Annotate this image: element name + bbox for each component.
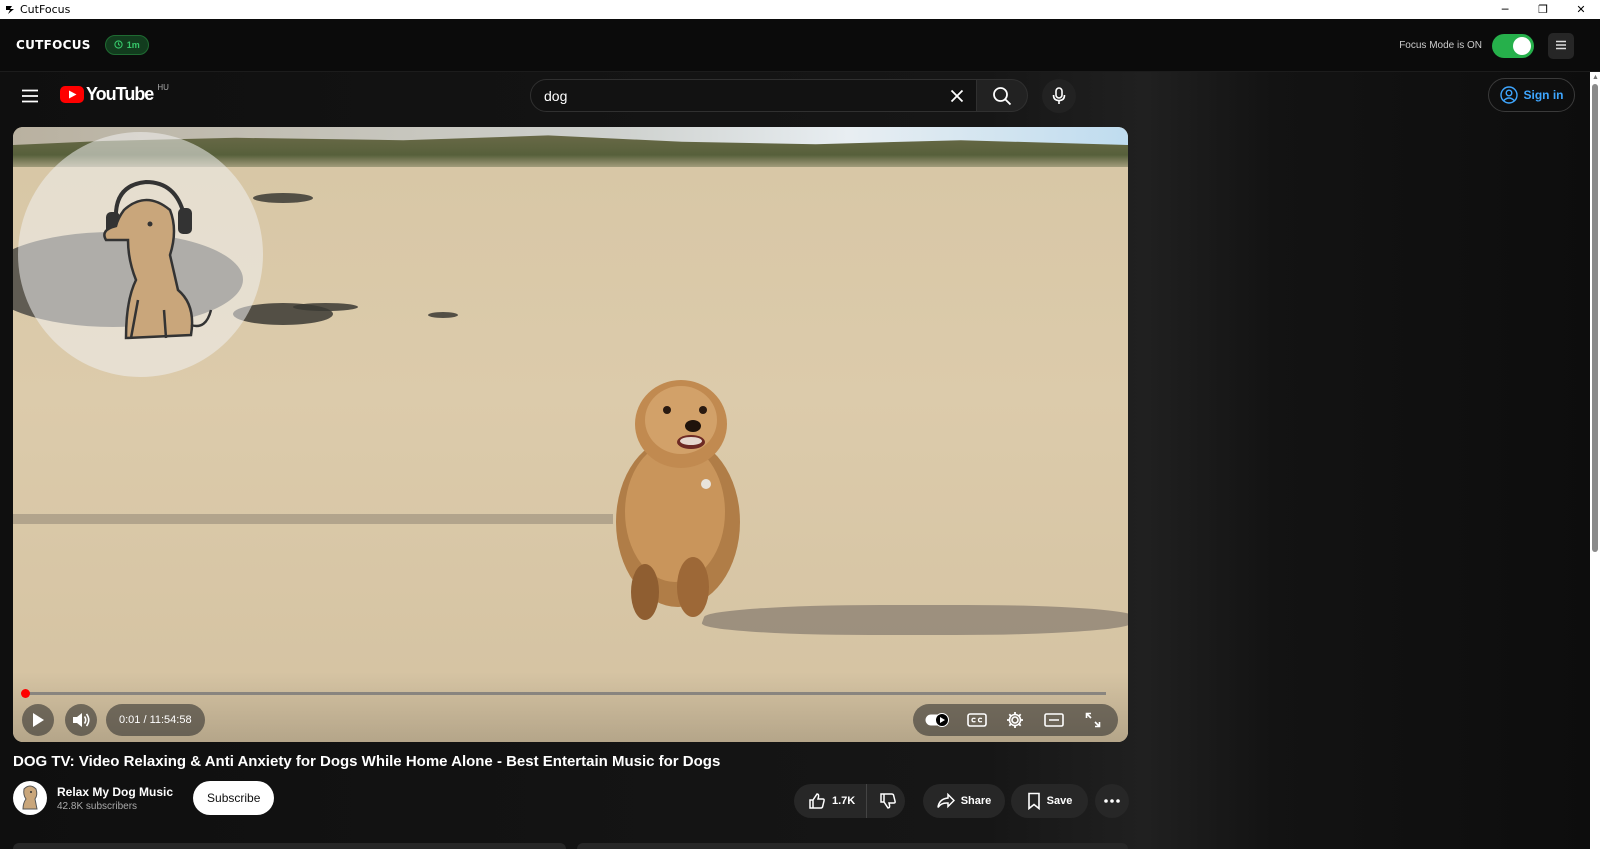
youtube-logo[interactable]: YouTube HU — [60, 83, 169, 105]
focus-mode-label: Focus Mode is ON — [1399, 40, 1482, 51]
share-icon — [936, 793, 955, 809]
theater-mode-icon — [1044, 713, 1064, 727]
channel-meta: Relax My Dog Music 42.8K subscribers — [57, 785, 173, 812]
dog-avatar-icon — [22, 785, 38, 810]
search-box[interactable]: dog — [530, 79, 977, 112]
focus-timer-badge: 1m — [104, 35, 149, 55]
region-code: HU — [157, 83, 169, 92]
restore-button[interactable]: ❐ — [1524, 0, 1562, 19]
youtube-wordmark: YouTube — [86, 84, 154, 104]
account-icon — [1499, 86, 1518, 104]
channel-name[interactable]: Relax My Dog Music — [57, 785, 173, 799]
window-titlebar: CutFocus ─ ❐ ✕ — [0, 0, 1600, 19]
description-panel-edge — [13, 843, 566, 849]
video-shadow-band — [13, 514, 613, 524]
video-rock — [428, 312, 458, 318]
video-frame — [13, 127, 1128, 742]
guide-menu-button[interactable] — [20, 86, 40, 106]
cutfocus-toolbar: CUTFOCUS 1m Focus Mode is ON — [0, 19, 1600, 72]
focus-mode-toggle[interactable] — [1492, 33, 1534, 58]
cutfocus-app-icon — [4, 4, 16, 16]
theater-mode-button[interactable] — [1039, 705, 1069, 735]
fullscreen-button[interactable] — [1078, 705, 1108, 735]
bookmark-icon — [1027, 792, 1040, 810]
close-button[interactable]: ✕ — [1562, 0, 1600, 19]
fullscreen-icon — [1085, 712, 1100, 728]
sign-in-button[interactable]: Sign in — [1488, 78, 1575, 112]
cutfocus-logo: CUTFOCUS — [16, 38, 91, 52]
like-dislike-group: 1.7K — [794, 784, 905, 818]
toggle-knob — [1513, 36, 1531, 55]
hamburger-icon — [22, 89, 38, 103]
dog-shadow — [697, 605, 1128, 635]
focus-timer-value: 1m — [126, 40, 140, 50]
microphone-icon — [1052, 87, 1066, 104]
subscriber-count: 42.8K subscribers — [57, 800, 138, 812]
clear-search-button[interactable] — [942, 81, 972, 111]
dog-headphones-logo-icon — [102, 179, 212, 339]
autoplay-toggle-icon — [925, 713, 950, 727]
subtitles-button[interactable] — [962, 705, 992, 735]
window-controls: ─ ❐ ✕ — [1486, 0, 1600, 19]
running-dog — [616, 380, 740, 620]
youtube-page: YouTube HU dog Sign in 0:01 / 11:54:58 D… — [0, 72, 1590, 849]
play-icon — [33, 713, 44, 727]
minimize-button[interactable]: ─ — [1486, 0, 1524, 19]
time-display: 0:01 / 11:54:58 — [106, 704, 205, 736]
clock-icon — [114, 39, 123, 51]
share-label: Share — [960, 795, 992, 807]
progress-bar[interactable] — [20, 689, 1106, 698]
channel-row: Relax My Dog Music 42.8K subscribers Sub… — [13, 780, 275, 816]
dislike-button[interactable] — [867, 784, 909, 818]
thumbs-up-icon — [809, 793, 825, 809]
more-horizontal-icon — [1104, 799, 1120, 803]
video-rock — [293, 303, 358, 311]
closed-captions-icon — [967, 713, 987, 727]
voice-search-button[interactable] — [1042, 79, 1076, 113]
volume-icon — [73, 713, 90, 727]
menu-icon — [1555, 37, 1567, 55]
video-rock — [253, 193, 313, 203]
scroll-up-arrow-icon[interactable]: ▲ — [1592, 74, 1599, 81]
close-icon — [950, 89, 964, 102]
channel-avatar[interactable] — [13, 781, 47, 815]
youtube-header: YouTube HU dog Sign in — [0, 72, 1590, 120]
autoplay-toggle[interactable] — [923, 705, 953, 735]
scrubber-handle[interactable] — [20, 689, 30, 698]
scrollbar-thumb[interactable] — [1592, 84, 1598, 552]
play-button[interactable] — [22, 704, 54, 736]
youtube-play-logo-icon — [60, 86, 84, 103]
gear-icon — [1007, 712, 1024, 728]
thumbs-down-icon — [880, 793, 897, 809]
sign-in-label: Sign in — [1523, 88, 1564, 102]
channel-watermark — [18, 132, 263, 377]
save-button[interactable]: Save — [1011, 784, 1088, 818]
player-right-controls — [913, 704, 1118, 736]
cutfocus-right-controls: Focus Mode is ON — [1399, 19, 1574, 72]
video-title: DOG TV: Video Relaxing & Anti Anxiety fo… — [13, 753, 721, 770]
comments-panel-edge — [577, 843, 1128, 849]
save-label: Save — [1046, 795, 1073, 807]
subscribe-button[interactable]: Subscribe — [193, 781, 275, 815]
cutfocus-menu-button[interactable] — [1548, 32, 1574, 59]
page-scrollbar[interactable]: ▲ — [1590, 72, 1600, 849]
more-actions-button[interactable] — [1095, 784, 1129, 818]
search-input[interactable]: dog — [544, 88, 942, 104]
mute-button[interactable] — [65, 704, 97, 736]
video-player[interactable]: 0:01 / 11:54:58 — [13, 127, 1128, 742]
like-count: 1.7K — [832, 795, 856, 807]
share-button[interactable]: Share — [923, 784, 1005, 818]
search-button[interactable] — [977, 79, 1028, 112]
like-button[interactable]: 1.7K — [794, 784, 868, 818]
settings-button[interactable] — [1000, 705, 1030, 735]
window-title: CutFocus — [20, 3, 71, 16]
search-icon — [993, 86, 1012, 105]
time-text: 0:01 / 11:54:58 — [119, 714, 192, 726]
